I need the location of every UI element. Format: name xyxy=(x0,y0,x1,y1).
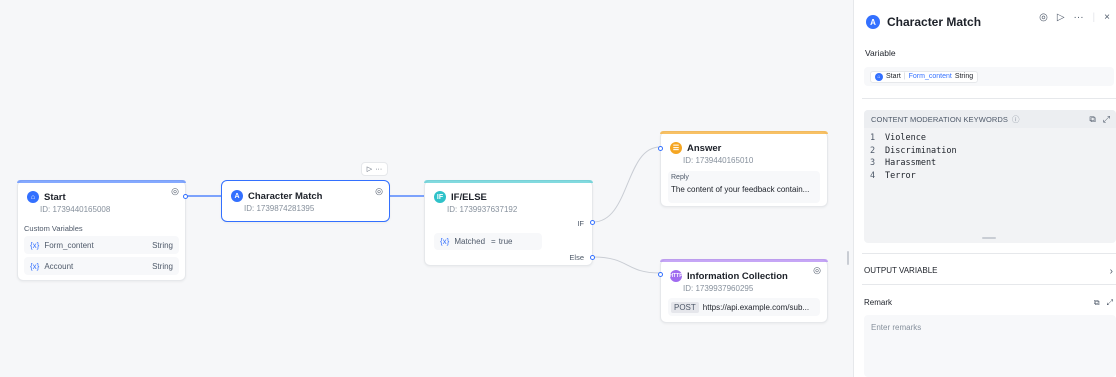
close-icon[interactable]: × xyxy=(1104,12,1110,23)
chat-bubble-icon: ☰ xyxy=(670,142,682,154)
if-branch-label: IF xyxy=(577,219,584,228)
chevron-right-icon: › xyxy=(1109,266,1113,277)
variable-icon: {x} xyxy=(30,240,40,250)
ifelse-id: ID: 1739937637192 xyxy=(447,205,518,214)
remark-header: Remark ⧉ ⤢ xyxy=(864,298,1113,308)
home-icon: ⌂ xyxy=(27,191,39,203)
input-handle[interactable] xyxy=(658,146,663,151)
condition-row: {x} Matched = true xyxy=(434,233,542,250)
custom-variables-label: Custom Variables xyxy=(24,224,83,233)
start-node-title: Start xyxy=(44,191,66,203)
more-icon[interactable]: ··· xyxy=(1074,12,1084,23)
chip-type: String xyxy=(954,73,974,80)
http-method: POST xyxy=(671,301,699,313)
more-icon[interactable]: ··· xyxy=(375,166,382,173)
character-match-id: ID: 1739874281395 xyxy=(244,204,315,213)
help-icon[interactable]: ⓘ xyxy=(1012,114,1020,125)
variable-icon: {x} xyxy=(440,237,450,246)
expand-icon[interactable]: ⤢ xyxy=(1103,114,1110,125)
answer-topbar xyxy=(660,131,828,134)
if-handle[interactable] xyxy=(590,220,595,225)
keywords-code[interactable]: 1 Violence 2 Discrimination 3 Harassment 4T… xyxy=(864,128,1116,182)
start-node[interactable]: ◎ ⌂ Start ID: 1739440165008 Custom Varia… xyxy=(17,180,188,281)
section-divider xyxy=(862,253,1116,254)
info-topbar xyxy=(660,259,828,262)
answer-id: ID: 1739440165010 xyxy=(683,156,754,165)
output-variable-toggle[interactable]: OUTPUT VARIABLE › xyxy=(864,266,1113,277)
variable-selector[interactable]: ⌂ Start | Form_content String xyxy=(864,67,1114,86)
else-handle[interactable] xyxy=(590,255,595,260)
panel-title: Character Match xyxy=(887,15,982,29)
section-divider xyxy=(862,284,1116,285)
condition-op: = xyxy=(491,237,496,246)
variable-label: Variable xyxy=(865,48,896,58)
output-handle[interactable] xyxy=(183,194,188,199)
variable-type: String xyxy=(152,240,173,250)
info-title: Information Collection xyxy=(687,270,788,282)
edge-else-to-info xyxy=(592,256,661,274)
start-node-id: ID: 1739440165008 xyxy=(40,205,111,214)
panel-resize-handle[interactable] xyxy=(847,251,849,265)
expand-icon[interactable]: ⤢ xyxy=(1107,298,1113,308)
node-toolbar: ▷ ··· xyxy=(361,162,388,176)
chip-separator: | xyxy=(903,73,906,80)
request-url: https://api.example.com/sub... xyxy=(702,302,810,312)
reply-text: The content of your feedback contain... xyxy=(671,185,810,194)
condition-value: true xyxy=(498,237,513,246)
run-icon[interactable]: ▷ xyxy=(367,165,372,173)
variable-row: {x} Form_content String xyxy=(24,236,179,254)
eye-settings-icon[interactable]: ◎ xyxy=(375,186,383,197)
reply-label: Reply xyxy=(671,174,689,181)
toolbar-divider: | xyxy=(1092,12,1096,23)
eye-settings-icon[interactable]: ◎ xyxy=(813,265,821,276)
remarks-placeholder: Enter remarks xyxy=(871,323,922,332)
reply-box: Reply The content of your feedback conta… xyxy=(668,171,820,203)
workflow-canvas[interactable]: ◎ ⌂ Start ID: 1739440165008 Custom Varia… xyxy=(0,0,850,377)
variable-row: {x} Account String xyxy=(24,257,179,275)
variable-type: String xyxy=(152,261,173,271)
info-id: ID: 1739937960295 xyxy=(683,284,754,293)
chip-node: Start xyxy=(886,73,901,80)
ifelse-title: IF/ELSE xyxy=(451,191,487,203)
remarks-textarea[interactable]: Enter remarks xyxy=(864,315,1116,377)
request-row: POST https://api.example.com/sub... xyxy=(668,298,820,316)
character-match-node[interactable]: ◎ A Character Match ID: 1739874281395 xyxy=(221,180,390,222)
code-line: 3 Harassment xyxy=(870,158,937,169)
ifelse-icon: IF xyxy=(434,191,446,203)
ifelse-topbar xyxy=(424,180,593,183)
edge-if-to-answer xyxy=(592,146,661,223)
keywords-editor[interactable]: CONTENT MODERATION KEYWORDS ⓘ ⧉ ⤢ 1 Viole… xyxy=(864,110,1116,243)
variable-chip: ⌂ Start | Form_content String xyxy=(870,70,979,83)
ifelse-node[interactable]: IF IF/ELSE ID: 1739937637192 IF {x} Matc… xyxy=(424,180,595,266)
editor-resize-handle[interactable] xyxy=(982,237,996,239)
character-match-icon: A xyxy=(231,190,243,202)
answer-title: Answer xyxy=(687,142,722,154)
eye-settings-icon[interactable]: ◎ xyxy=(171,186,179,197)
input-handle[interactable] xyxy=(658,272,663,277)
code-line: 4 Terror xyxy=(870,170,916,181)
character-match-title: Character Match xyxy=(248,190,323,202)
start-node-topbar xyxy=(17,180,186,183)
condition-var: Matched xyxy=(454,237,486,246)
variable-name: Form_content xyxy=(44,240,94,250)
run-icon[interactable]: ▷ xyxy=(1057,12,1065,23)
variable-icon: {x} xyxy=(30,261,40,271)
output-variable-label: OUTPUT VARIABLE xyxy=(864,266,938,275)
keywords-label: CONTENT MODERATION KEYWORDS xyxy=(871,114,1009,124)
code-line: 2 Discrimination xyxy=(870,145,957,156)
copy-icon[interactable]: ⧉ xyxy=(1089,114,1095,125)
http-icon: HTTP xyxy=(669,270,683,282)
information-collection-node[interactable]: ◎ HTTP Information Collection ID: 173993… xyxy=(658,259,828,323)
chip-var: Form_content xyxy=(908,73,952,80)
character-match-icon: A xyxy=(866,15,880,29)
code-line: 1 Violence xyxy=(870,133,926,144)
else-branch-label: Else xyxy=(569,253,584,262)
eye-settings-icon[interactable]: ◎ xyxy=(1039,12,1048,23)
section-divider xyxy=(862,98,1116,99)
remark-label: Remark xyxy=(864,298,893,307)
home-icon: ⌂ xyxy=(875,72,883,81)
copy-icon[interactable]: ⧉ xyxy=(1094,298,1100,308)
variable-name: Account xyxy=(44,261,74,271)
answer-node[interactable]: ☰ Answer ID: 1739440165010 Reply The con… xyxy=(658,131,828,207)
